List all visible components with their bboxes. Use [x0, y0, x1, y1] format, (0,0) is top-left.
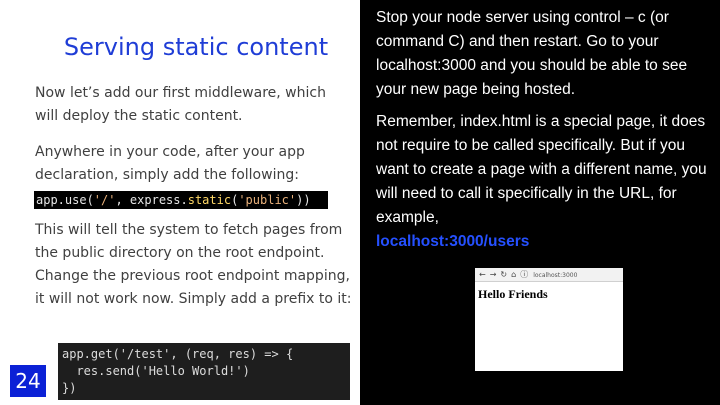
intro-paragraph: Now let’s add our first middleware, whic… — [35, 85, 326, 124]
slide-title: Serving static content — [63, 33, 329, 61]
home-icon[interactable]: ⌂ — [511, 270, 516, 279]
code-line: res.send('Hello World!') — [62, 364, 250, 378]
arrow-right-icon[interactable]: → — [490, 270, 497, 279]
index-paragraph: Remember, index.html is a special page, … — [376, 110, 716, 254]
info-icon: ⓘ — [520, 270, 529, 279]
address-bar[interactable]: localhost:3000 — [533, 272, 577, 279]
example-url-link[interactable]: localhost:3000/users — [376, 233, 529, 250]
left-panel: Serving static content Now let’s add our… — [0, 0, 360, 405]
browser-toolbar: ← → ↻ ⌂ ⓘ localhost:3000 — [475, 268, 623, 282]
restart-paragraph: Stop your node server using control – c … — [376, 9, 688, 98]
reload-icon[interactable]: ↻ — [500, 270, 507, 279]
browser-page-content: Hello Friends — [478, 287, 548, 301]
code-token: , express. — [115, 193, 188, 207]
code-token: app.use( — [36, 193, 94, 207]
code-line: app.get('/test', (req, res) => { — [62, 347, 294, 361]
code-token: 'public' — [238, 193, 297, 207]
code-line: }) — [62, 381, 77, 395]
right-panel: Stop your node server using control – c … — [360, 0, 720, 405]
code-token: )) — [296, 193, 311, 207]
slide-number: 24 — [10, 365, 46, 397]
code-token: static — [187, 193, 232, 207]
arrow-left-icon[interactable]: ← — [479, 270, 486, 279]
index-text: Remember, index.html is a special page, … — [376, 113, 707, 226]
code-snippet-static: app.use('/', express.static('public')) — [34, 191, 328, 209]
explanation-paragraph: This will tell the system to fetch pages… — [35, 222, 352, 307]
instruction-paragraph: Anywhere in your code, after your app de… — [35, 144, 305, 183]
browser-screenshot: ← → ↻ ⌂ ⓘ localhost:3000 Hello Friends — [475, 268, 623, 371]
code-snippet-route: app.get('/test', (req, res) => { res.sen… — [58, 343, 350, 400]
code-token: '/' — [93, 193, 116, 207]
